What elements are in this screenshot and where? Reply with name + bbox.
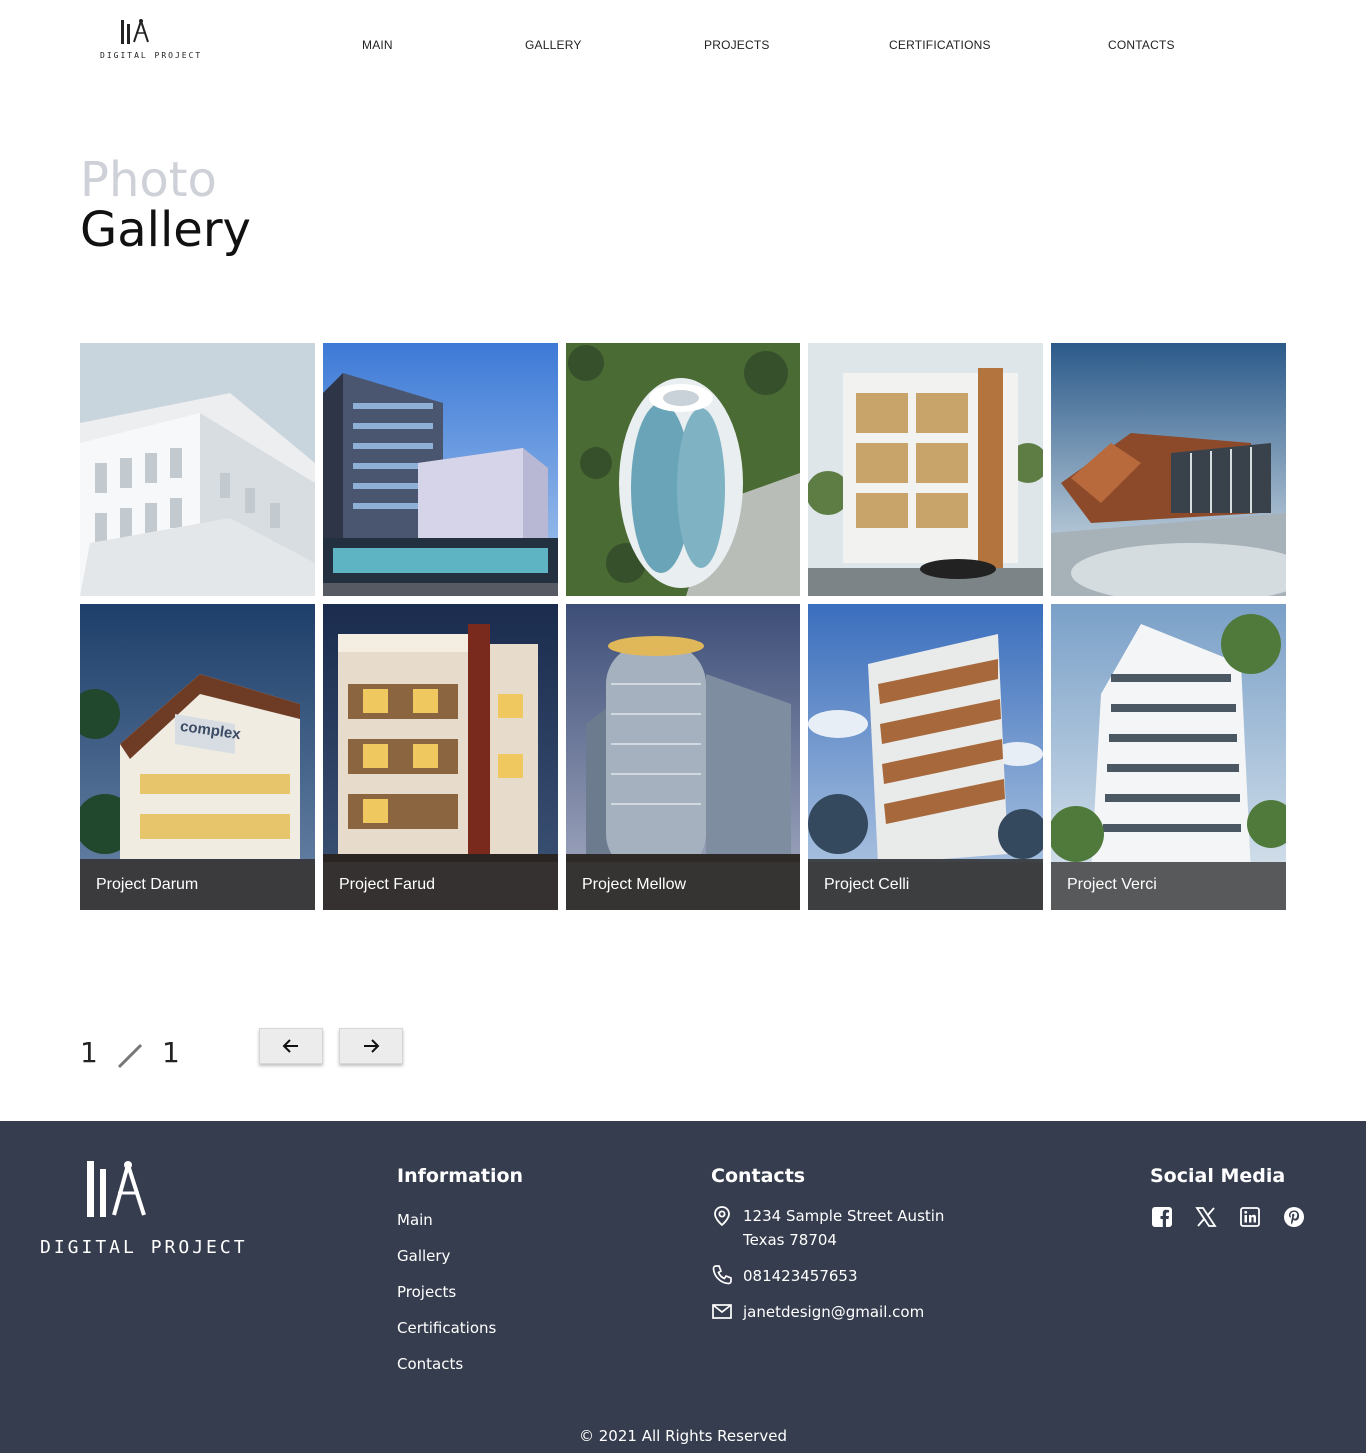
social-media-heading: Social Media (1150, 1165, 1286, 1187)
gallery-tile-project-darum[interactable]: Project Darum (80, 604, 315, 910)
building-photo (808, 343, 1043, 596)
gallery-tile[interactable] (323, 343, 558, 596)
building-photo (566, 343, 800, 596)
footer-brand-text: DIGITAL PROJECT (40, 1237, 248, 1258)
footer-link-certifications[interactable]: Certifications (397, 1319, 496, 1337)
prev-page-button[interactable] (259, 1028, 323, 1064)
building-photo (80, 343, 315, 596)
gallery-tile-project-celli[interactable]: Project Celli (808, 604, 1043, 910)
photo-gallery: Project Darum Project Farud Project Mell… (80, 343, 1286, 910)
gallery-tile[interactable] (80, 343, 315, 596)
nav-projects[interactable]: PROJECTS (704, 38, 770, 52)
x-icon[interactable] (1194, 1205, 1218, 1229)
building-photo (1051, 343, 1286, 596)
tile-caption: Project Mellow (582, 876, 687, 893)
site-footer: DIGITAL PROJECT Information Main Gallery… (0, 1121, 1366, 1453)
arrow-right-icon (364, 1039, 380, 1053)
contact-email[interactable]: janetdesign@gmail.com (743, 1300, 924, 1324)
pager-total-pages: 1 (162, 1036, 180, 1069)
information-heading: Information (397, 1165, 524, 1187)
building-photo (323, 343, 558, 596)
arrow-left-icon (282, 1039, 298, 1053)
header-logo[interactable]: DIGITAL PROJECT (100, 18, 203, 66)
next-page-button[interactable] (339, 1028, 403, 1064)
contacts-heading: Contacts (711, 1165, 806, 1187)
page-title-light: Photo (80, 152, 217, 208)
logo-compass-icon (87, 1161, 146, 1217)
contact-address-line2: Texas 78704 (743, 1231, 837, 1249)
gallery-tile[interactable] (566, 343, 800, 596)
gallery-tile-project-mellow[interactable]: Project Mellow (566, 604, 800, 910)
footer-link-projects[interactable]: Projects (397, 1283, 456, 1301)
logo-compass-icon (121, 19, 149, 44)
header-brand-text: DIGITAL PROJECT (100, 51, 203, 60)
phone-icon (712, 1265, 732, 1285)
pager-current-page: 1 (80, 1036, 98, 1069)
contact-phone[interactable]: 081423457653 (743, 1264, 858, 1288)
linkedin-icon[interactable] (1238, 1205, 1262, 1229)
gallery-tile-project-farud[interactable]: Project Farud (323, 604, 558, 910)
contact-address-line1: 1234 Sample Street Austin (743, 1207, 945, 1225)
gallery-tile-project-verci[interactable]: Project Verci (1051, 604, 1286, 910)
footer-link-gallery[interactable]: Gallery (397, 1247, 450, 1265)
nav-certifications[interactable]: CERTIFICATIONS (889, 38, 991, 52)
gallery-tile[interactable] (808, 343, 1043, 596)
tile-caption: Project Darum (96, 876, 199, 893)
nav-gallery[interactable]: GALLERY (525, 38, 582, 52)
tile-caption: Project Farud (339, 876, 436, 893)
email-icon (712, 1304, 732, 1319)
nav-main[interactable]: MAIN (362, 38, 393, 52)
footer-logo[interactable]: DIGITAL PROJECT (40, 1159, 248, 1259)
page-title: Gallery (80, 202, 251, 258)
gallery-tile[interactable] (1051, 343, 1286, 596)
tile-caption: Project Verci (1067, 876, 1157, 893)
tile-caption: Project Celli (824, 876, 910, 893)
footer-link-contacts[interactable]: Contacts (397, 1355, 463, 1373)
copyright-text: © 2021 All Rights Reserved (579, 1427, 787, 1445)
nav-contacts[interactable]: CONTACTS (1108, 38, 1175, 52)
footer-link-main[interactable]: Main (397, 1211, 433, 1229)
pager-divider (117, 1043, 143, 1069)
pinterest-icon[interactable] (1282, 1205, 1306, 1229)
facebook-icon[interactable] (1150, 1205, 1174, 1229)
site-header: DIGITAL PROJECT MAIN GALLERY PROJECTS CE… (0, 0, 1366, 92)
location-pin-icon (714, 1206, 730, 1227)
